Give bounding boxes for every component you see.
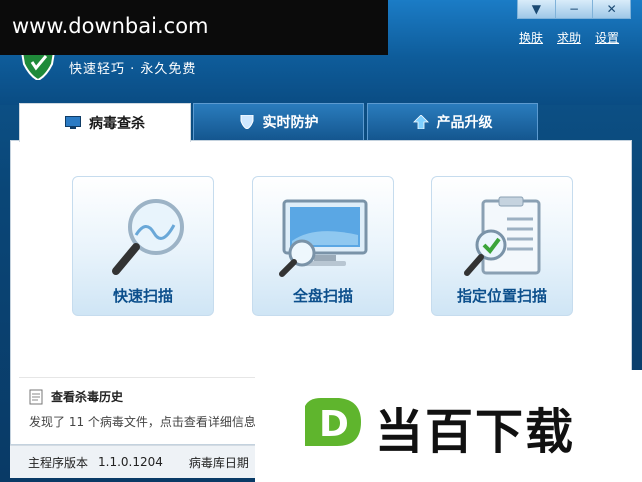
brand-text: 当百下载 — [375, 404, 576, 460]
tab-product-upgrade[interactable]: 产品升级 — [367, 103, 538, 140]
scan-label: 指定位置扫描 — [456, 287, 547, 305]
monitor-magnifier-icon — [279, 199, 368, 277]
virus-found-text[interactable]: 发现了 11 个病毒文件，点击查看详细信息 — [29, 413, 256, 430]
top-links: 换肤 求助 设置 — [519, 29, 619, 46]
tab-virus-scan[interactable]: 病毒查杀 — [19, 103, 191, 142]
version-value: 1.1.0.1204 — [98, 455, 163, 469]
dropdown-menu-button[interactable]: ▼ — [518, 0, 555, 18]
minimize-button[interactable]: − — [554, 0, 593, 18]
slogan: 快速轻巧 · 永久免费 — [69, 62, 197, 77]
tab-label: 病毒查杀 — [89, 116, 145, 132]
document-icon — [29, 389, 43, 404]
monitor-icon — [65, 116, 81, 129]
tab-realtime-protection[interactable]: 实时防护 — [193, 103, 364, 140]
magnifier-icon — [112, 199, 184, 275]
history-label: 查看杀毒历史 — [51, 390, 124, 404]
scan-label: 快速扫描 — [112, 287, 173, 305]
db-date-label: 病毒库日期 — [188, 455, 249, 470]
scan-label: 全盘扫描 — [292, 287, 353, 305]
brand-logo-icon: D — [305, 398, 361, 446]
tab-label: 实时防护 — [262, 115, 319, 131]
help-link[interactable]: 求助 — [557, 29, 581, 46]
brand-watermark: D 当百下载 — [255, 370, 642, 482]
watermark-url: www.downbai.com — [0, 0, 388, 55]
window-controls: ▼ − ✕ — [517, 0, 631, 19]
full-scan-button[interactable]: 全盘扫描 — [252, 176, 394, 316]
up-arrow-icon — [412, 115, 429, 129]
shield-icon — [240, 115, 253, 129]
version-label: 主程序版本 — [28, 455, 89, 470]
quick-scan-button[interactable]: 快速扫描 — [72, 176, 214, 316]
skin-link[interactable]: 换肤 — [519, 29, 543, 46]
antivirus-window: 快速轻巧 · 永久免费 ▼ − ✕ 换肤 求助 设置 www.downbai.c… — [0, 0, 642, 482]
logo-shield-icon — [20, 52, 56, 80]
close-button[interactable]: ✕ — [592, 0, 630, 18]
clipboard-magnifier-icon — [464, 196, 541, 276]
brand-logo-letter: D — [319, 404, 349, 445]
view-history-link[interactable]: 查看杀毒历史 — [29, 388, 123, 405]
tab-label: 产品升级 — [436, 115, 493, 131]
settings-link[interactable]: 设置 — [595, 29, 619, 46]
custom-location-scan-button[interactable]: 指定位置扫描 — [431, 176, 573, 316]
